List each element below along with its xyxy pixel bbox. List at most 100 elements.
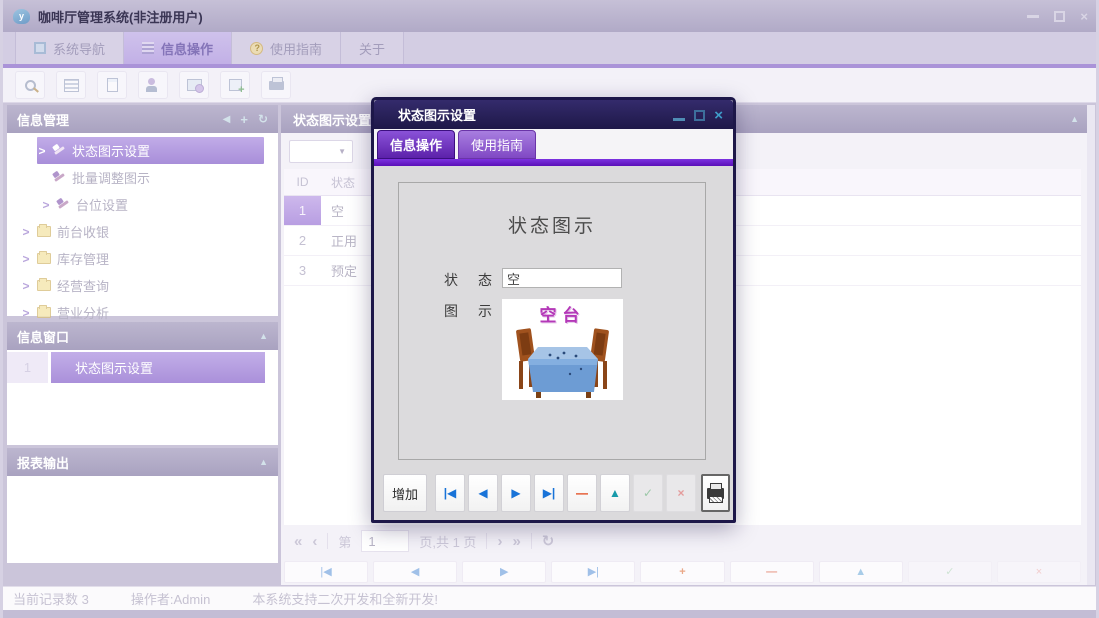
edit-record-button[interactable]: ▲ (819, 561, 903, 583)
dialog-tab-info-operation[interactable]: 信息操作 (377, 130, 455, 159)
expander-icon[interactable]: > (21, 252, 31, 266)
refresh-icon[interactable]: ↻ (542, 532, 555, 550)
last-page-icon[interactable]: » (512, 533, 520, 550)
dialog-close-icon[interactable]: × (714, 108, 723, 123)
form-button[interactable] (56, 71, 86, 99)
user-button[interactable] (138, 71, 168, 99)
expander-icon[interactable]: > (21, 306, 31, 320)
expander-icon[interactable]: > (41, 198, 51, 212)
tree-item-table-settings[interactable]: > 台位设置 (41, 191, 278, 218)
status-input[interactable] (502, 268, 622, 288)
add-record-button[interactable]: + (640, 561, 724, 583)
first-record-button[interactable]: |◀ (284, 561, 368, 583)
tool-icon (53, 144, 66, 157)
prev-page-icon[interactable]: ‹ (312, 533, 317, 550)
dialog-button-bar: 增加 |◀ ◀ ▶ ▶| — ▲ ✓ × (374, 474, 733, 514)
print-button[interactable] (261, 71, 291, 99)
next-page-icon[interactable]: › (497, 533, 502, 550)
info-window-row[interactable]: 1 状态图示设置 (7, 352, 278, 383)
row-label: 状态图示设置 (51, 352, 265, 383)
panel-collapse-left-icon[interactable]: ◀ (223, 114, 231, 125)
document-icon (107, 78, 118, 92)
dialog-tab-user-guide[interactable]: 使用指南 (458, 130, 536, 159)
close-icon[interactable]: × (1080, 10, 1088, 23)
add-button[interactable]: 增加 (383, 474, 427, 512)
first-page-icon[interactable]: « (294, 533, 302, 550)
tab-system-nav[interactable]: 系统导航 (15, 32, 124, 64)
last-record-button[interactable]: ▶| (534, 474, 564, 512)
minimize-icon[interactable] (1027, 15, 1039, 18)
database-add-icon (229, 79, 242, 91)
tree-item-status-icon-settings[interactable]: > 状态图示设置 (37, 137, 264, 164)
panel-title: 信息窗口 (17, 327, 69, 346)
status-field-label: 状 态 (444, 270, 502, 290)
database-add-button[interactable] (220, 71, 250, 99)
dialog-maximize-icon[interactable] (694, 110, 705, 121)
expander-icon[interactable]: > (37, 144, 47, 158)
confirm-button: ✓ (908, 561, 992, 583)
printer-icon (707, 488, 724, 499)
icon-field-row: 图 示 空台 (444, 299, 705, 400)
last-record-button[interactable]: ▶| (551, 561, 635, 583)
collapse-icon[interactable]: ▲ (259, 331, 268, 341)
delete-record-button[interactable]: — (730, 561, 814, 583)
panel-add-icon[interactable]: + (240, 112, 248, 127)
help-icon (250, 42, 263, 55)
operator-label: 操作者:Admin (131, 589, 210, 608)
chevron-down-icon: ▼ (338, 147, 346, 156)
tab-about[interactable]: 关于 (341, 32, 404, 64)
status-image-preview[interactable]: 空台 (502, 299, 623, 400)
row-number: 1 (7, 352, 48, 383)
tool-icon (53, 171, 66, 184)
folder-icon (37, 253, 51, 264)
window-controls: × (1027, 0, 1088, 32)
dialog-tabbar: 信息操作 使用指南 (374, 129, 733, 159)
tree-item-business-query[interactable]: > 经营查询 (21, 272, 278, 299)
status-image-caption: 空台 (502, 301, 623, 326)
delete-record-button[interactable]: — (567, 474, 597, 512)
info-window-body: 1 状态图示设置 (7, 350, 278, 445)
collapse-icon[interactable]: ▲ (1070, 114, 1079, 124)
expander-icon[interactable]: > (21, 279, 31, 293)
tab-label: 关于 (359, 39, 385, 58)
confirm-button: ✓ (633, 474, 663, 512)
tree-item-batch-adjust[interactable]: 批量调整图示 (53, 164, 278, 191)
tab-info-operation[interactable]: 信息操作 (124, 32, 232, 64)
window-button[interactable] (179, 71, 209, 99)
edit-record-button[interactable]: ▲ (600, 474, 630, 512)
main-tabbar: 系统导航 信息操作 使用指南 关于 (3, 32, 1099, 64)
next-record-button[interactable]: ▶ (501, 474, 531, 512)
tree-item-inventory[interactable]: > 库存管理 (21, 245, 278, 272)
prev-record-button[interactable]: ◀ (373, 561, 457, 583)
search-button[interactable] (15, 71, 45, 99)
vertical-scrollbar[interactable] (1087, 105, 1095, 585)
tab-user-guide[interactable]: 使用指南 (232, 32, 341, 64)
dialog-minimize-icon[interactable] (673, 118, 685, 121)
expander-icon[interactable]: > (21, 225, 31, 239)
system-nav-icon (34, 42, 46, 54)
page-number-input[interactable] (361, 530, 409, 552)
form-icon (64, 79, 79, 92)
tree-label: 经营查询 (57, 276, 109, 295)
document-button[interactable] (97, 71, 127, 99)
first-record-button[interactable]: |◀ (435, 474, 465, 512)
status-bar: 当前记录数 3 操作者:Admin 本系统支持二次开发和全新开发! (3, 586, 1099, 610)
grid-icon (142, 42, 154, 54)
status-icon-settings-dialog: 状态图示设置 × 信息操作 使用指南 状态图示 状 态 (371, 97, 736, 523)
dialog-titlebar[interactable]: 状态图示设置 × (374, 100, 733, 129)
prev-record-button[interactable]: ◀ (468, 474, 498, 512)
print-button[interactable] (701, 474, 730, 512)
next-record-button[interactable]: ▶ (462, 561, 546, 583)
cell-status: 空 (321, 201, 344, 220)
dialog-accent-bar (374, 159, 733, 166)
collapse-icon[interactable]: ▲ (259, 457, 268, 467)
bottom-strip (3, 610, 1099, 618)
restore-icon[interactable] (1054, 11, 1065, 22)
panel-refresh-icon[interactable]: ↻ (258, 112, 268, 126)
dialog-form-panel: 状态图示 状 态 图 示 空台 (398, 182, 706, 460)
dialog-title: 状态图示设置 (398, 105, 476, 124)
status-filter-combobox[interactable]: ▼ (289, 140, 353, 163)
tree-item-front-cashier[interactable]: > 前台收银 (21, 218, 278, 245)
column-header-id[interactable]: ID (284, 175, 321, 189)
column-header-status[interactable]: 状态 (321, 174, 355, 191)
